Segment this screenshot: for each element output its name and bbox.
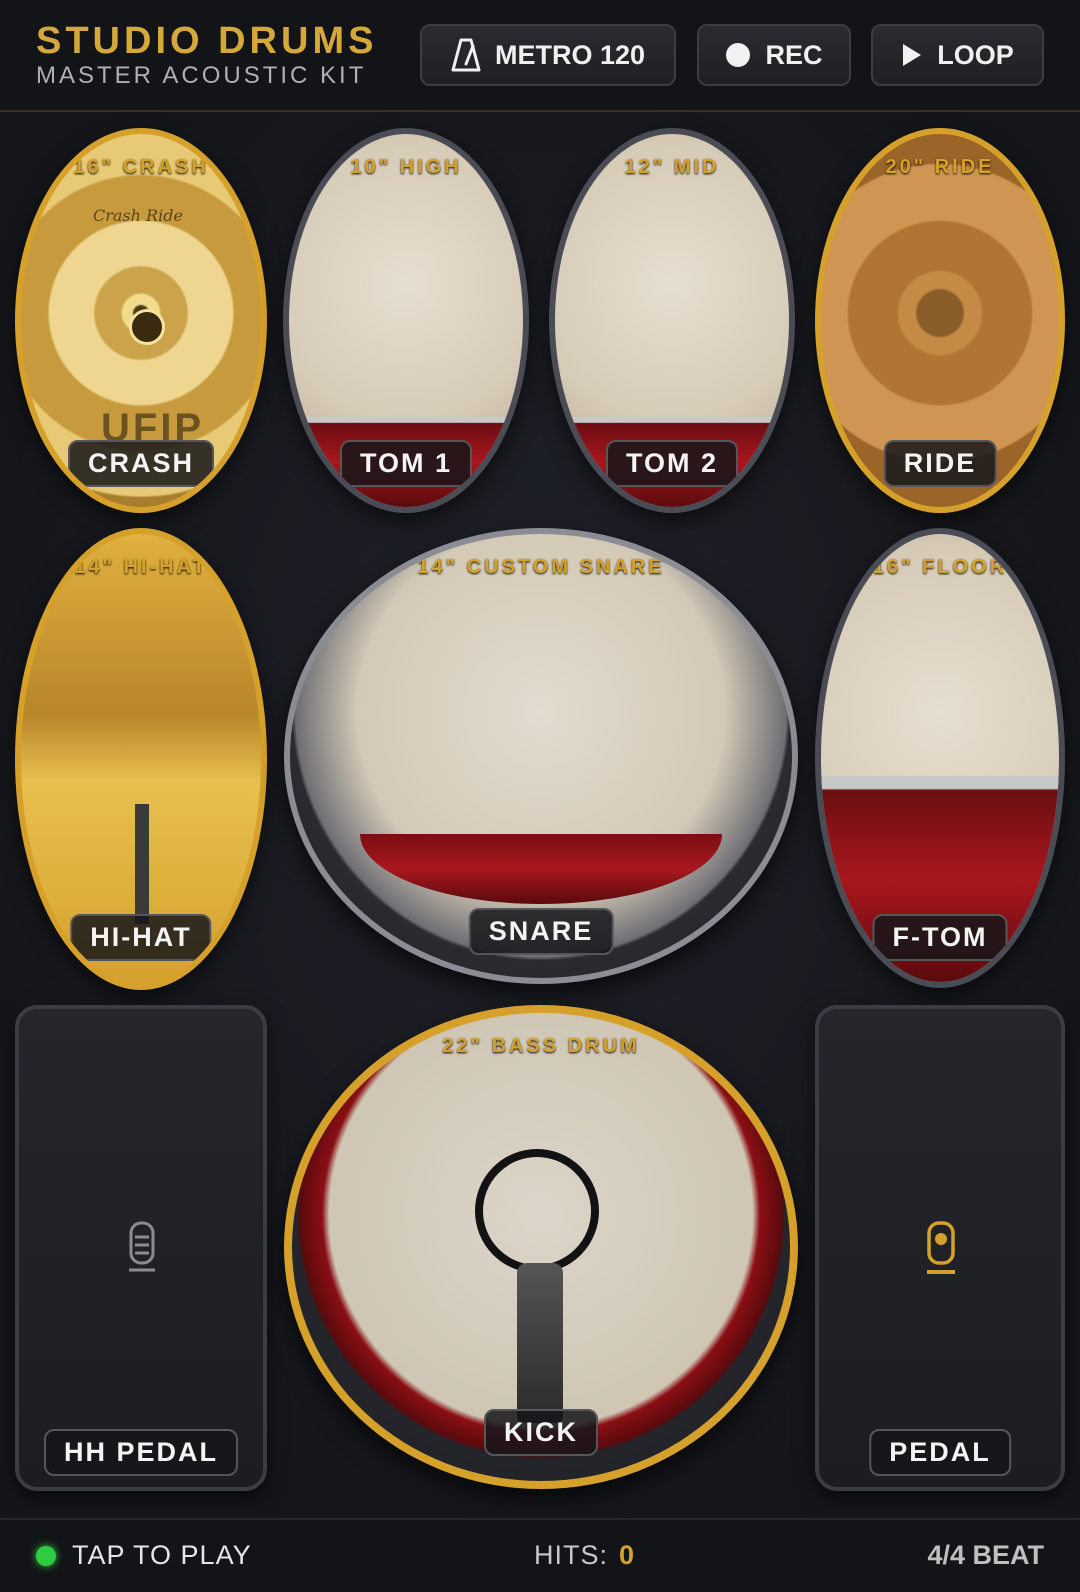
kick-pedal-label: PEDAL <box>869 1429 1011 1476</box>
hihat-pad[interactable]: 14" HI-HAT HI-HAT <box>15 528 267 990</box>
loop-button[interactable]: LOOP <box>871 24 1044 86</box>
snare-pad[interactable]: 14" CUSTOM SNARE SNARE <box>284 528 798 984</box>
tom1-pad[interactable]: 10" HIGH TOM 1 <box>283 128 529 513</box>
kick-pad[interactable]: 22" BASS DRUM KICK <box>284 1005 798 1489</box>
top-bar: STUDIO DRUMS MASTER ACOUSTIC KIT METRO 1… <box>0 0 1080 112</box>
ride-size-label: 20" RIDE <box>885 156 995 178</box>
hh-pedal-label: HH PEDAL <box>43 1429 239 1476</box>
kick-port-hole <box>475 1149 599 1273</box>
hihat-size-label: 14" HI-HAT <box>74 556 208 578</box>
app-subtitle: MASTER ACOUSTIC KIT <box>36 62 367 89</box>
hits-counter: 0 <box>619 1540 635 1570</box>
tom2-pad[interactable]: 12" MID TOM 2 <box>549 128 795 513</box>
hihat-stand <box>135 804 149 924</box>
crash-label: CRASH <box>67 440 215 487</box>
kick-beater-pedal <box>517 1263 563 1423</box>
status-indicator-icon <box>36 1546 56 1566</box>
status-text: TAP TO PLAY <box>72 1540 252 1570</box>
metronome-button[interactable]: METRO 120 <box>420 24 676 86</box>
snare-shell <box>360 834 722 904</box>
tom1-size-label: 10" HIGH <box>350 156 462 178</box>
play-icon <box>901 42 923 68</box>
pedal-icon-active <box>925 1221 957 1280</box>
status-bar: TAP TO PLAY HITS: 0 4/4 BEAT <box>0 1518 1080 1592</box>
tom2-label: TOM 2 <box>605 440 739 487</box>
ride-pad[interactable]: 20" RIDE RIDE <box>815 128 1065 513</box>
hh-pedal-pad[interactable]: HH PEDAL <box>15 1005 267 1491</box>
record-button[interactable]: REC <box>697 24 851 86</box>
crash-pad[interactable]: 16" CRASH Crash Ride UFIP CRASH <box>15 128 267 513</box>
crash-model-text: Crash Ride <box>93 206 183 225</box>
loop-label: LOOP <box>937 39 1014 70</box>
hihat-label: HI-HAT <box>70 914 212 961</box>
tom1-label: TOM 1 <box>339 440 473 487</box>
kick-label: KICK <box>484 1409 598 1456</box>
kick-size-label: 22" BASS DRUM <box>442 1035 640 1057</box>
tom2-size-label: 12" MID <box>624 156 720 178</box>
floor-tom-size-label: 16" FLOOR <box>872 556 1008 578</box>
snare-size-label: 14" CUSTOM SNARE <box>417 556 665 578</box>
metronome-icon <box>451 38 481 72</box>
crash-size-label: 16" CRASH <box>73 156 209 178</box>
floor-tom-label: F-TOM <box>872 914 1008 961</box>
hits-label: HITS: <box>534 1540 609 1570</box>
beat-indicator: 4/4 BEAT <box>927 1540 1044 1570</box>
kick-pedal-pad[interactable]: PEDAL <box>815 1005 1065 1491</box>
ride-label: RIDE <box>883 440 997 487</box>
crash-bell <box>129 309 165 345</box>
app-title: STUDIO DRUMS <box>36 20 378 62</box>
snare-label: SNARE <box>468 908 614 955</box>
pedal-icon <box>127 1221 157 1278</box>
record-label: REC <box>765 39 823 70</box>
record-dot-icon <box>725 42 751 68</box>
floor-tom-pad[interactable]: 16" FLOOR F-TOM <box>815 528 1065 988</box>
metronome-label: METRO 120 <box>494 39 646 70</box>
drum-kit-stage: 16" CRASH Crash Ride UFIP CRASH 10" HIGH… <box>0 112 1080 1517</box>
